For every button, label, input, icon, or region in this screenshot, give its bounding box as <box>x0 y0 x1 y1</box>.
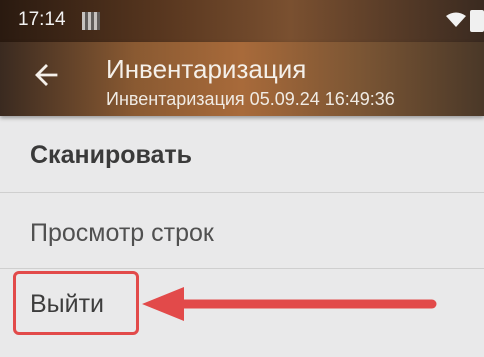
page-subtitle: Инвентаризация 05.09.24 16:49:36 <box>106 89 395 109</box>
battery-icon <box>470 10 484 32</box>
wifi-icon <box>446 12 466 27</box>
highlight-box <box>13 271 139 335</box>
status-bar: 17:14 <box>0 0 484 42</box>
app-bar: Инвентаризация Инвентаризация 05.09.24 1… <box>0 42 484 116</box>
menu-item-label: Просмотр строк <box>30 219 214 247</box>
pointer-arrow-icon <box>142 287 437 321</box>
device-screen: 17:14 Инвентаризация Инвентаризация 05.0… <box>0 0 484 357</box>
menu-item-label: Сканировать <box>30 141 193 169</box>
status-time: 17:14 <box>18 9 66 30</box>
back-arrow-icon[interactable] <box>34 64 58 86</box>
page-title: Инвентаризация <box>106 54 307 84</box>
menu-item-scan[interactable]: Сканировать <box>0 116 484 193</box>
menu-item-view-lines[interactable]: Просмотр строк <box>0 192 484 269</box>
qr-code-icon <box>82 12 100 30</box>
